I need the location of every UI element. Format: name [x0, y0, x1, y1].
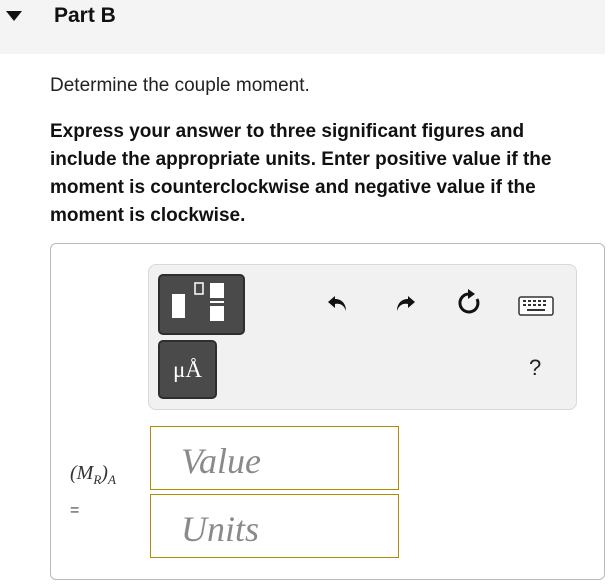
variable-outer-subscript: A	[107, 472, 116, 487]
variable-symbol: M	[76, 462, 94, 484]
units-input[interactable]	[150, 494, 399, 558]
variable-subscript: R	[93, 472, 102, 487]
part-header[interactable]: Part B	[0, 0, 605, 54]
answer-variable-label: (MR)A	[70, 462, 116, 487]
part-title: Part B	[54, 4, 116, 27]
templates-button[interactable]	[158, 274, 245, 335]
math-toolbar: μÅ ?	[148, 264, 577, 410]
undo-icon[interactable]	[326, 291, 350, 315]
reset-icon[interactable]	[455, 289, 483, 317]
units-button[interactable]: μÅ	[158, 340, 217, 399]
question-text: Determine the couple moment.	[50, 75, 310, 96]
keyboard-icon[interactable]	[518, 296, 554, 316]
instruction-text: Express your answer to three significant…	[50, 121, 552, 226]
equals-sign: =	[70, 502, 80, 519]
value-input[interactable]	[150, 426, 399, 490]
redo-icon[interactable]	[393, 291, 417, 315]
fraction-template-icon	[172, 282, 224, 321]
help-button[interactable]: ?	[529, 355, 541, 381]
answer-box: μÅ ? (MR)A =	[50, 243, 605, 580]
collapse-triangle-icon[interactable]	[6, 10, 22, 22]
